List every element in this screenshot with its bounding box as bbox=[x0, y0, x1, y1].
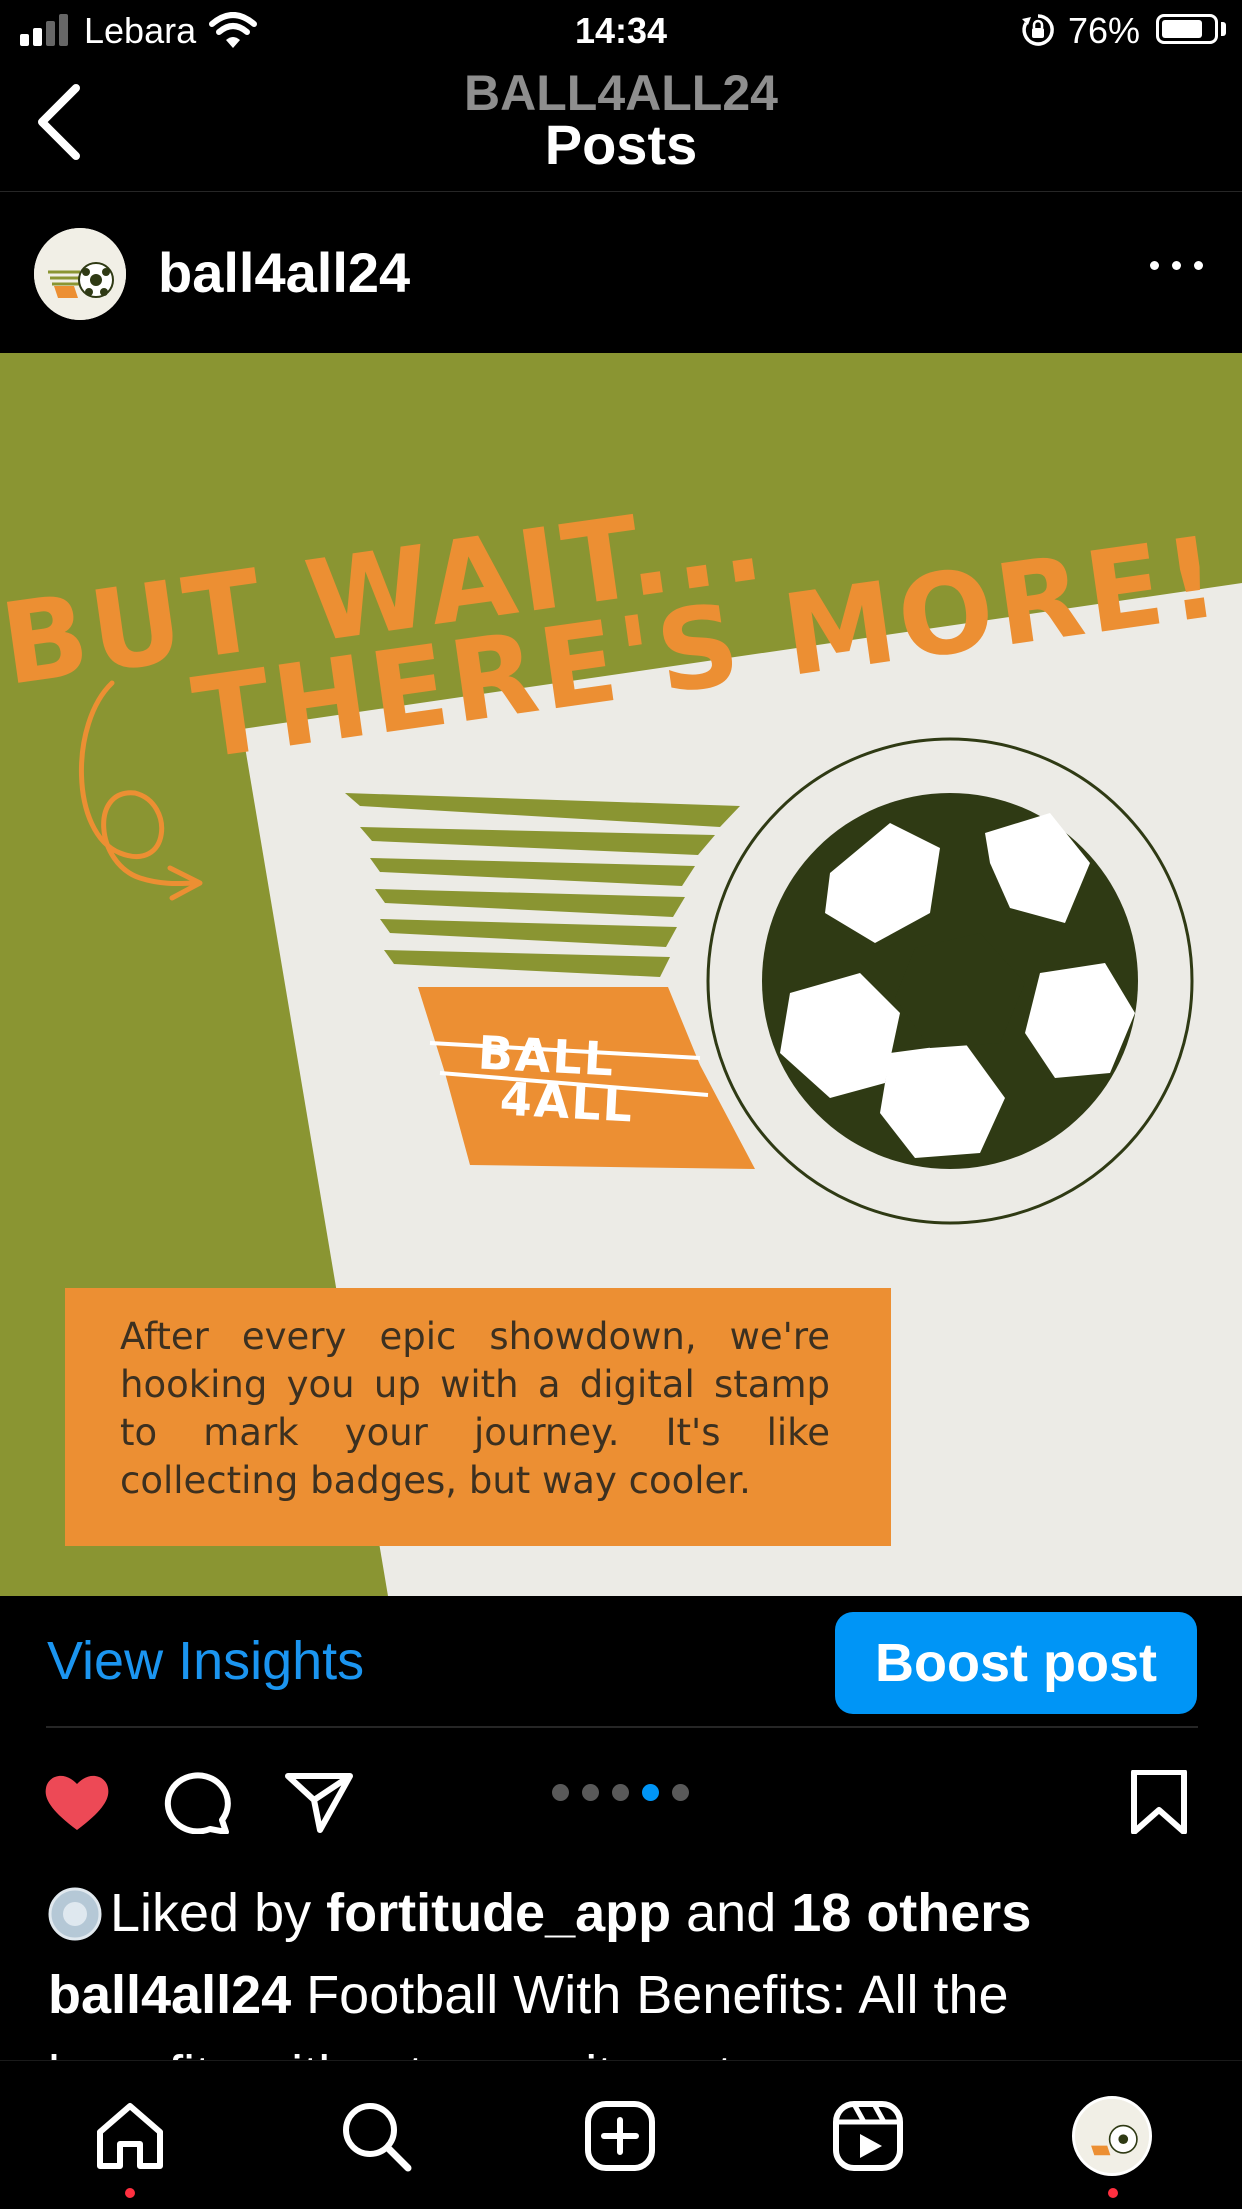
battery-tip bbox=[1221, 22, 1226, 36]
rotation-lock-icon bbox=[1022, 14, 1054, 46]
post-image[interactable]: BUT WAIT... THERE'S MORE! BALL 4ALL Afte… bbox=[0, 353, 1242, 1596]
caption-username[interactable]: ball4all24 bbox=[48, 1965, 291, 2025]
create-icon[interactable] bbox=[584, 2100, 656, 2172]
caption-text: Football With Benefits: All the bbox=[291, 1965, 1009, 2025]
share-icon[interactable] bbox=[284, 1770, 354, 1834]
liker-avatar-icon bbox=[48, 1887, 102, 1941]
home-icon[interactable] bbox=[94, 2100, 166, 2172]
status-bar: Lebara 14:34 76% bbox=[0, 0, 1242, 62]
header-divider bbox=[0, 191, 1242, 192]
reels-icon[interactable] bbox=[832, 2100, 904, 2172]
battery-icon bbox=[1156, 14, 1218, 44]
home-notification-dot bbox=[125, 2188, 135, 2198]
insights-divider bbox=[46, 1726, 1198, 1728]
page-title: Posts bbox=[544, 113, 698, 176]
carousel-indicator bbox=[552, 1784, 692, 1802]
likes-summary: Liked by fortitude_app and 18 others bbox=[48, 1882, 1031, 1944]
avatar-logo-icon bbox=[34, 228, 126, 320]
avatar[interactable] bbox=[34, 228, 126, 320]
bookmark-icon[interactable] bbox=[1124, 1770, 1194, 1834]
profile-icon[interactable] bbox=[1072, 2096, 1152, 2176]
boost-post-button[interactable]: Boost post bbox=[835, 1612, 1197, 1714]
search-icon[interactable] bbox=[340, 2100, 412, 2172]
liked-user[interactable]: fortitude_app bbox=[326, 1883, 671, 1943]
headline-art: BUT WAIT... THERE'S MORE! bbox=[0, 475, 1230, 785]
logo-line2: 4ALL bbox=[498, 1071, 636, 1133]
post-username[interactable]: ball4all24 bbox=[158, 240, 410, 305]
more-icon[interactable] bbox=[1150, 258, 1206, 272]
heart-icon[interactable] bbox=[42, 1770, 112, 1834]
profile-notification-dot bbox=[1108, 2188, 1118, 2198]
caption: ball4all24 Football With Benefits: All t… bbox=[48, 1964, 1009, 2026]
liked-and: and bbox=[671, 1883, 792, 1943]
info-text: After every epic showdown, we're hooking… bbox=[120, 1315, 830, 1502]
liked-others[interactable]: 18 others bbox=[791, 1883, 1031, 1943]
view-insights-link[interactable]: View Insights bbox=[47, 1630, 364, 1692]
comment-icon[interactable] bbox=[164, 1770, 234, 1834]
battery-percent: 76% bbox=[1068, 10, 1141, 51]
profile-logo-icon bbox=[1075, 2099, 1149, 2173]
liked-prefix: Liked by bbox=[110, 1883, 327, 1943]
